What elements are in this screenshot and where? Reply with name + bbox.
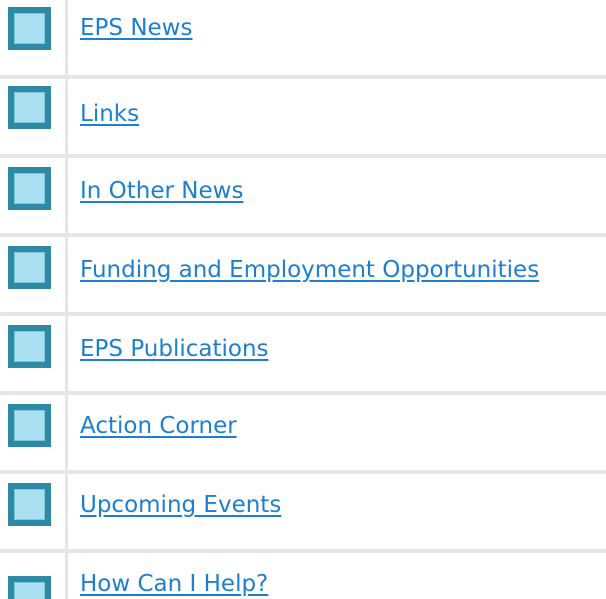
square-bullet-icon [8, 167, 51, 210]
square-bullet-icon [8, 7, 51, 50]
menu-row-funding-employment: Funding and Employment Opportunities [0, 237, 606, 316]
menu-row-eps-publications: EPS Publications [0, 316, 606, 395]
link-upcoming-events[interactable]: Upcoming Events [80, 492, 281, 518]
square-bullet-icon [8, 86, 51, 129]
square-bullet-icon [8, 246, 51, 289]
square-bullet-icon [8, 483, 51, 526]
link-in-other-news[interactable]: In Other News [80, 178, 243, 204]
link-eps-news[interactable]: EPS News [80, 15, 192, 41]
menu-row-how-can-i-help: How Can I Help? [0, 553, 606, 599]
menu-row-in-other-news: In Other News [0, 158, 606, 237]
link-links[interactable]: Links [80, 101, 139, 127]
menu-row-action-corner: Action Corner [0, 395, 606, 474]
square-bullet-icon [8, 325, 51, 368]
link-action-corner[interactable]: Action Corner [80, 413, 237, 439]
menu-row-upcoming-events: Upcoming Events [0, 474, 606, 553]
navigation-menu: EPS News Links In Other News Funding and… [0, 0, 606, 599]
link-how-can-i-help[interactable]: How Can I Help? [80, 571, 268, 597]
square-bullet-icon [8, 576, 51, 599]
link-eps-publications[interactable]: EPS Publications [80, 336, 269, 362]
square-bullet-icon [8, 404, 51, 447]
link-funding-employment[interactable]: Funding and Employment Opportunities [80, 257, 539, 283]
menu-row-links: Links [0, 79, 606, 158]
menu-row-eps-news: EPS News [0, 0, 606, 79]
